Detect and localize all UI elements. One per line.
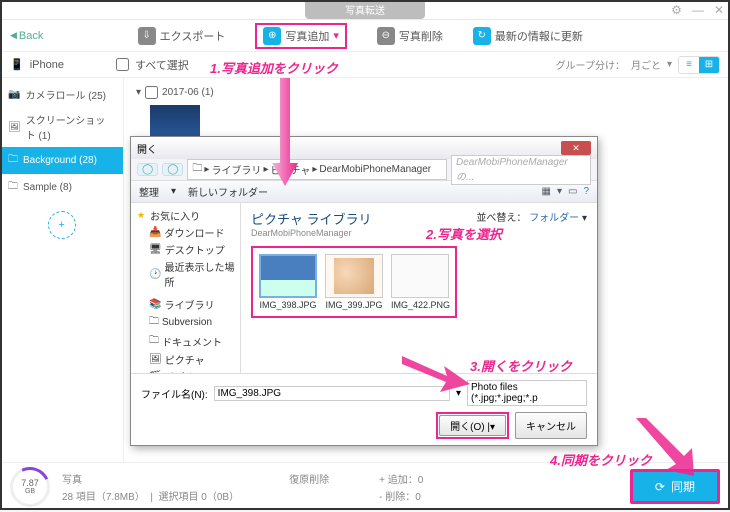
titlebar: 写真転送 ⚙ — ✕ (0, 0, 730, 20)
organize-menu[interactable]: 整理 (139, 184, 159, 199)
tree-item[interactable]: 📥 ダウンロード (135, 224, 236, 241)
sidebar-item-background[interactable]: 🗀Background (28) (0, 147, 123, 174)
library-subtitle: DearMobiPhoneManager (251, 228, 371, 238)
list-view-icon[interactable]: ≡ (679, 57, 699, 73)
screenshot-icon: 🖼 (8, 122, 21, 133)
sidebar-item-sample[interactable]: 🗀Sample (8) (0, 174, 123, 201)
collapse-icon: ▾ (136, 87, 141, 98)
library-title: ピクチャ ライブラリ (251, 209, 371, 228)
folder-icon: 🗀 (192, 161, 202, 178)
dialog-search-input[interactable]: DearMobiPhoneManagerの... (451, 155, 591, 185)
device-name: iPhone (30, 59, 64, 71)
photo-label: 写真 (62, 471, 82, 486)
del-count: - 削除：0 (379, 488, 421, 503)
dialog-title: 開く (137, 141, 157, 156)
dialog-close-button[interactable]: ✕ (561, 141, 591, 155)
sidebar: 📷カメラロール (25) 🖼スクリーンショット (1) 🗀Background … (0, 78, 124, 478)
refresh-button[interactable]: ↻最新の情報に更新 (473, 27, 583, 45)
preview-icon[interactable]: ▭ (568, 186, 577, 197)
folder-icon: 🗀 (8, 152, 18, 169)
tree-library[interactable]: 📚 ライブラリ (135, 296, 236, 313)
close-icon[interactable]: ✕ (714, 3, 724, 17)
filename-label: ファイル名(N): (141, 386, 208, 401)
minimize-icon[interactable]: — (692, 3, 704, 17)
tree-item[interactable]: 🖼 ピクチャ (135, 351, 236, 368)
filetype-select[interactable]: Photo files (*.jpg;*.jpeg;*.p (467, 380, 587, 406)
toolbar: Back ⇩エクスポート ⊕写真追加 ▾ ⊖写真削除 ↻最新の情報に更新 (0, 20, 730, 52)
add-photo-icon: ⊕ (263, 27, 281, 45)
breadcrumb[interactable]: 🗀 ▸ライブラリ ▸ピクチャ ▸DearMobiPhoneManager (187, 159, 447, 180)
settings-icon[interactable]: ⚙ (671, 3, 682, 17)
device-bar: 📱 iPhone すべて選択 グループ分け： 月ごと ▾ ≡ ⊞ (0, 52, 730, 78)
filename-input[interactable] (214, 386, 450, 401)
tree-item[interactable]: 🗀 ドキュメント (135, 332, 236, 351)
groupby-label: グループ分け： (556, 57, 625, 72)
export-button[interactable]: ⇩エクスポート (138, 27, 226, 45)
select-all-checkbox[interactable] (116, 58, 129, 71)
cancel-button[interactable]: キャンセル (515, 412, 587, 439)
selected-count: 選択項目 0（0B） (159, 492, 240, 503)
dialog-tree: お気に入り 📥 ダウンロード 🖥 デスクトップ 🕑 最近表示した場所 📚 ライブ… (131, 203, 241, 373)
select-all-label: すべて選択 (135, 57, 189, 73)
new-folder-button[interactable]: 新しいフォルダー (188, 184, 268, 199)
open-button[interactable]: 開く(O) |▾ (439, 415, 506, 436)
sync-button[interactable]: ⟳同期 (630, 469, 720, 504)
dropdown-icon: ▾ (667, 59, 672, 70)
help-icon[interactable]: ? (583, 186, 589, 197)
add-photo-button[interactable]: ⊕写真追加 ▾ (263, 27, 339, 45)
view-icon[interactable]: ▦ (542, 186, 551, 197)
file-item[interactable]: IMG_422.PNG (391, 254, 449, 310)
sync-icon: ⟳ (655, 480, 665, 494)
tree-item[interactable]: 🖥 デスクトップ (135, 241, 236, 258)
back-button[interactable]: Back (10, 30, 43, 42)
folder-icon: 🗀 (8, 179, 18, 196)
file-item[interactable]: IMG_398.JPG (259, 254, 317, 310)
title-tab: 写真転送 (305, 0, 425, 19)
add-count: + 追加：0 (379, 471, 423, 486)
phone-icon: 📱 (10, 58, 24, 71)
sidebar-item-camera-roll[interactable]: 📷カメラロール (25) (0, 82, 123, 107)
dialog-files-area: ピクチャ ライブラリ DearMobiPhoneManager 並べ替え： フォ… (241, 203, 597, 373)
group-row-1[interactable]: ▾2017-06 (1) (136, 86, 718, 99)
undo-label: 復原削除 (289, 471, 329, 486)
view-toggle[interactable]: ≡ ⊞ (678, 56, 720, 74)
items-count: 28 項目（7.8MB） (62, 492, 145, 503)
open-dialog: 開く ✕ ◯ ◯ 🗀 ▸ライブラリ ▸ピクチャ ▸DearMobiPhoneMa… (130, 136, 598, 446)
tree-item[interactable]: 🗀 Subversion (135, 313, 236, 332)
sort-control[interactable]: 並べ替え： フォルダー ▾ (476, 209, 587, 224)
camera-icon: 📷 (8, 89, 20, 100)
file-item[interactable]: IMG_399.JPG (325, 254, 383, 310)
storage-gauge: 7.87 GB (10, 467, 50, 507)
export-icon: ⇩ (138, 27, 156, 45)
tree-favorites[interactable]: お気に入り (135, 207, 236, 224)
dropdown-icon: ▾ (333, 29, 339, 42)
nav-fwd-icon[interactable]: ◯ (162, 163, 183, 176)
bottom-bar: 7.87 GB 写真 28 項目（7.8MB） | 選択項目 0（0B） 復原削… (0, 462, 730, 510)
grid-view-icon[interactable]: ⊞ (699, 57, 719, 73)
dropdown-icon[interactable]: ▾ (456, 388, 461, 399)
tree-item[interactable]: 🕑 最近表示した場所 (135, 258, 236, 290)
tree-item[interactable]: 🎬 ビデオ (135, 368, 236, 373)
groupby-value[interactable]: 月ごと (631, 57, 661, 72)
refresh-icon: ↻ (473, 27, 491, 45)
sidebar-item-screenshot[interactable]: 🖼スクリーンショット (1) (0, 107, 123, 147)
add-album-button[interactable]: + (48, 211, 76, 239)
nav-back-icon[interactable]: ◯ (137, 163, 158, 176)
group-checkbox[interactable] (145, 86, 158, 99)
delete-icon: ⊖ (377, 27, 395, 45)
delete-photo-button[interactable]: ⊖写真削除 (377, 27, 443, 45)
